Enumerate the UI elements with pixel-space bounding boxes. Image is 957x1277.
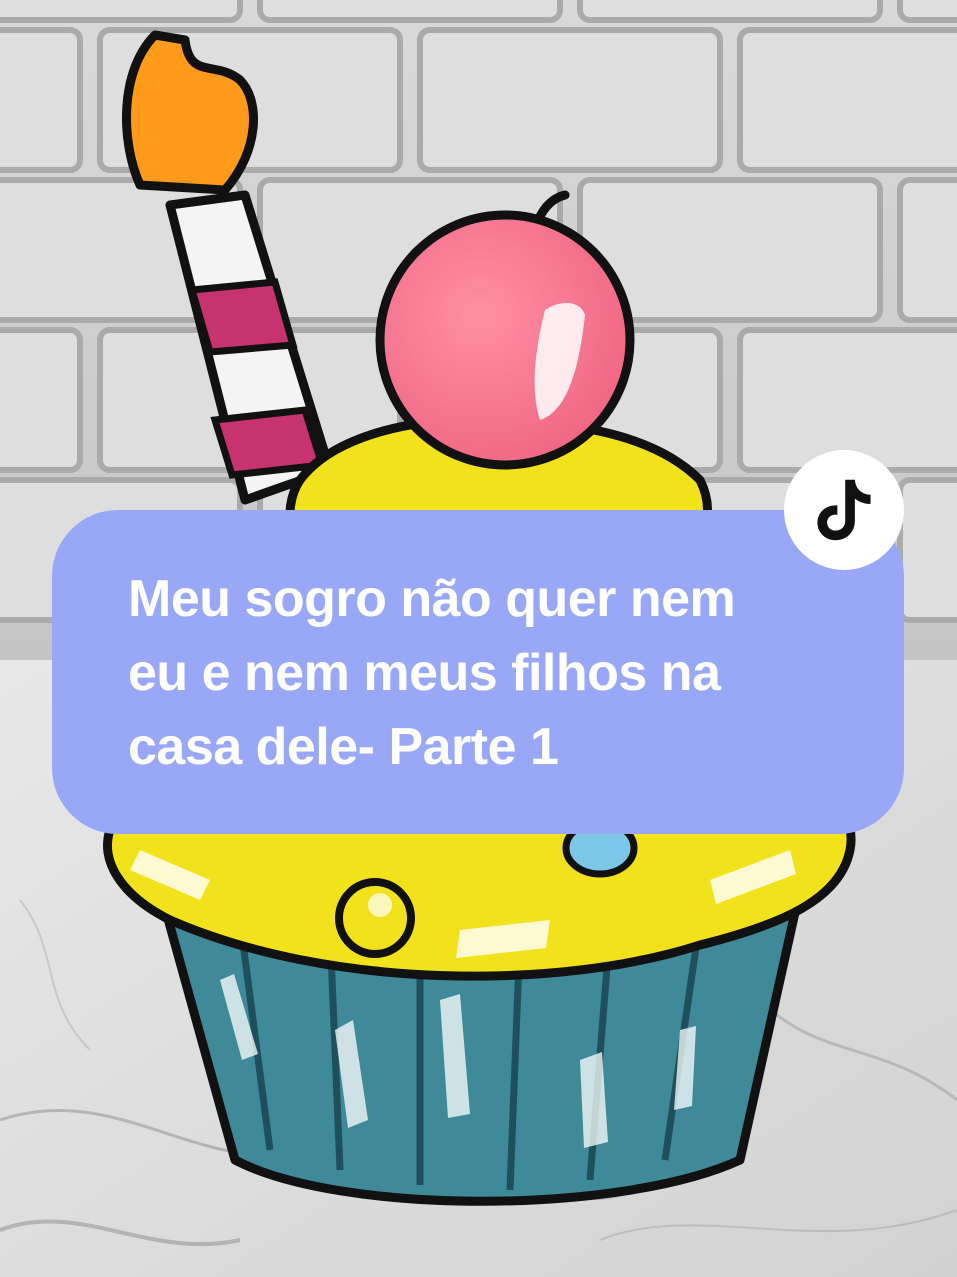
caption-line-2: eu e nem meus filhos na xyxy=(128,644,721,702)
tiktok-logo-icon xyxy=(817,479,871,541)
tiktok-badge[interactable] xyxy=(784,450,904,570)
caption-bubble: Meu sogro não quer nem eu e nem meus fil… xyxy=(52,510,904,834)
caption-line-1: Meu sogro não quer nem xyxy=(128,570,736,628)
caption-line-3: casa dele- Parte 1 xyxy=(128,718,559,776)
